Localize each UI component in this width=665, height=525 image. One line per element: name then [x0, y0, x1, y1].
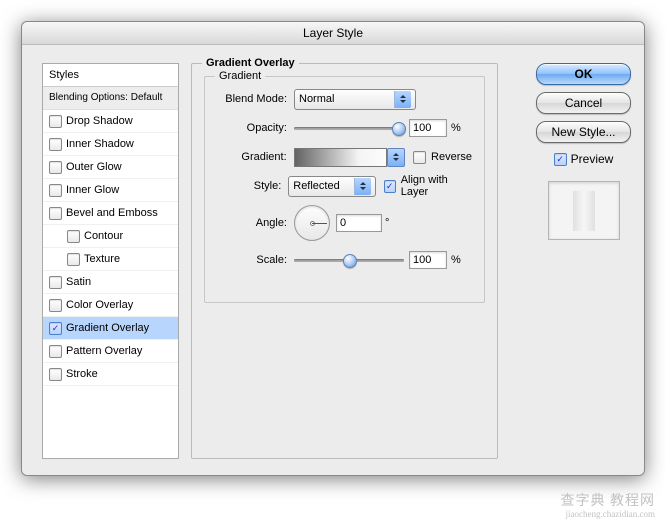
style-checkbox[interactable]	[49, 345, 62, 358]
blend-mode-select[interactable]: Normal	[294, 89, 416, 110]
style-checkbox[interactable]	[49, 299, 62, 312]
scale-label: Scale:	[217, 254, 294, 266]
style-row-color-overlay[interactable]: Color Overlay	[43, 294, 178, 317]
opacity-label: Opacity:	[217, 122, 294, 134]
angle-label: Angle:	[217, 217, 294, 229]
style-row-pattern-overlay[interactable]: Pattern Overlay	[43, 340, 178, 363]
style-checkbox[interactable]	[49, 368, 62, 381]
style-row-outer-glow[interactable]: Outer Glow	[43, 156, 178, 179]
style-label: Satin	[66, 271, 91, 293]
style-label: Inner Shadow	[66, 133, 134, 155]
style-row-texture[interactable]: Texture	[43, 248, 178, 271]
style-checkbox[interactable]: ✓	[49, 322, 62, 335]
style-row-stroke[interactable]: Stroke	[43, 363, 178, 386]
style-row-satin[interactable]: Satin	[43, 271, 178, 294]
style-select[interactable]: Reflected	[288, 176, 376, 197]
preview-thumbnail	[548, 181, 620, 240]
blend-mode-value: Normal	[299, 93, 392, 105]
style-label: Contour	[84, 225, 123, 247]
scale-slider[interactable]	[294, 253, 404, 267]
opacity-input[interactable]: 100	[409, 119, 447, 137]
styles-list: Styles Blending Options: Default Drop Sh…	[42, 63, 179, 459]
align-checkbox[interactable]: ✓	[384, 180, 396, 193]
effect-panel: Gradient Overlay Gradient Blend Mode: No…	[191, 63, 498, 459]
gradient-swatch[interactable]	[294, 148, 387, 167]
gradient-group-title: Gradient	[215, 70, 265, 82]
style-row-drop-shadow[interactable]: Drop Shadow	[43, 110, 178, 133]
dialog-title: Layer Style	[22, 22, 644, 45]
new-style-button[interactable]: New Style...	[536, 121, 631, 143]
style-checkbox[interactable]	[49, 161, 62, 174]
slider-thumb[interactable]	[343, 254, 357, 268]
watermark: 查字典 教程网 jiaocheng.chazidian.com	[561, 490, 656, 519]
style-label: Inner Glow	[66, 179, 119, 201]
style-row-bevel-and-emboss[interactable]: Bevel and Emboss	[43, 202, 178, 225]
styles-header[interactable]: Styles	[43, 64, 178, 87]
style-label: Gradient Overlay	[66, 317, 149, 339]
style-label: Outer Glow	[66, 156, 122, 178]
gradient-group: Gradient Blend Mode: Normal Opacity:	[204, 76, 485, 303]
angle-dial[interactable]	[294, 205, 330, 241]
style-row-inner-glow[interactable]: Inner Glow	[43, 179, 178, 202]
scale-input[interactable]: 100	[409, 251, 447, 269]
gradient-dropdown-icon[interactable]	[387, 148, 405, 167]
gradient-label: Gradient:	[217, 151, 294, 163]
style-checkbox[interactable]	[49, 115, 62, 128]
ok-button[interactable]: OK	[536, 63, 631, 85]
cancel-button[interactable]: Cancel	[536, 92, 631, 114]
style-checkbox[interactable]	[49, 207, 62, 220]
style-label: Pattern Overlay	[66, 340, 142, 362]
preview-label: Preview	[571, 152, 614, 166]
style-label: Color Overlay	[66, 294, 133, 316]
chevron-updown-icon	[394, 91, 411, 108]
align-label: Align with Layer	[401, 174, 472, 198]
style-label: Style:	[217, 180, 288, 192]
dialog-body: Styles Blending Options: Default Drop Sh…	[22, 45, 644, 475]
button-column: OK Cancel New Style... ✓ Preview	[537, 63, 630, 240]
style-value: Reflected	[293, 180, 352, 192]
angle-unit: °	[385, 217, 389, 229]
style-label: Bevel and Emboss	[66, 202, 158, 224]
opacity-unit: %	[451, 122, 461, 134]
style-label: Stroke	[66, 363, 98, 385]
style-row-gradient-overlay[interactable]: ✓ Gradient Overlay	[43, 317, 178, 340]
chevron-updown-icon	[354, 178, 371, 195]
style-checkbox[interactable]	[67, 230, 80, 243]
style-label: Drop Shadow	[66, 110, 133, 132]
slider-thumb[interactable]	[392, 122, 406, 136]
style-checkbox[interactable]	[49, 276, 62, 289]
style-row-contour[interactable]: Contour	[43, 225, 178, 248]
preview-checkbox[interactable]: ✓	[554, 153, 567, 166]
style-row-inner-shadow[interactable]: Inner Shadow	[43, 133, 178, 156]
panel-title: Gradient Overlay	[202, 57, 299, 69]
style-checkbox[interactable]	[67, 253, 80, 266]
layer-style-dialog: Layer Style Styles Blending Options: Def…	[21, 21, 645, 476]
style-checkbox[interactable]	[49, 138, 62, 151]
reverse-checkbox[interactable]	[413, 151, 426, 164]
reverse-label: Reverse	[431, 151, 472, 163]
scale-unit: %	[451, 254, 461, 266]
blend-mode-label: Blend Mode:	[217, 93, 294, 105]
opacity-slider[interactable]	[294, 121, 404, 135]
style-checkbox[interactable]	[49, 184, 62, 197]
angle-input[interactable]: 0	[336, 214, 382, 232]
blending-options-row[interactable]: Blending Options: Default	[43, 87, 178, 110]
style-label: Texture	[84, 248, 120, 270]
